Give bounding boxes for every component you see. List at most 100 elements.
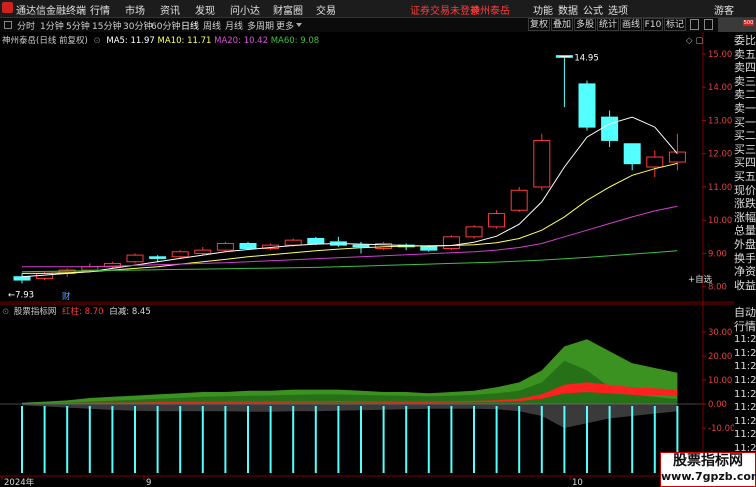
price-tick-label: 15.00 — [708, 50, 732, 60]
period-30min[interactable]: 30分钟 — [123, 19, 152, 32]
side-panel-row: 买三 — [734, 142, 756, 156]
add-watchlist-button[interactable]: +自选 — [688, 273, 712, 285]
app-logo-icon — [2, 2, 13, 13]
ma60-label: MA60: 9.08 — [270, 36, 320, 46]
diejia-button[interactable]: 叠加 — [551, 18, 573, 31]
candle-down — [578, 83, 596, 128]
candle-up — [488, 213, 506, 228]
side-panel-row: 卖四 — [734, 61, 756, 75]
candle-up — [646, 156, 664, 168]
menu-zixun[interactable]: 资讯 — [160, 2, 180, 17]
layout-icon[interactable] — [704, 19, 713, 30]
candle-up — [194, 249, 212, 254]
menu-hangqing[interactable]: 行情 — [90, 2, 110, 17]
side-panel-row: 收益 — [734, 278, 756, 292]
quote-badge[interactable]: 500 — [718, 18, 756, 32]
indicator-tick-label: 10.00 — [708, 376, 732, 386]
ma60-line — [21, 250, 678, 273]
period-weekly[interactable]: 周线 — [203, 19, 221, 32]
count-badge: 500 — [743, 20, 754, 26]
indicator-settings-icon[interactable]: ⊙ — [2, 307, 9, 317]
menubar: 通达信金融终端 行情 市场 资讯 发现 问小达 财富圈 交易 证券交易未登录 神… — [0, 0, 756, 18]
candle-up — [171, 251, 189, 258]
side-panel-row: 11:26 — [734, 415, 756, 427]
menu-shuju[interactable]: 数据 — [558, 2, 578, 17]
expand-icon[interactable]: ◇ — [686, 36, 693, 46]
period-daily[interactable]: 日线 — [181, 19, 199, 32]
menu-caifuquan[interactable]: 财富圈 — [273, 2, 303, 17]
price-tick-label: 9.00 — [708, 249, 727, 259]
f10-button[interactable]: F10 — [643, 18, 663, 31]
indicator-gray-area — [22, 404, 678, 428]
ma5-line — [21, 116, 678, 278]
candle-down — [623, 143, 641, 165]
side-panel-row: 卖五 — [734, 47, 756, 61]
window-icon[interactable]: ▢ — [695, 36, 703, 46]
candle-down — [601, 116, 619, 141]
side-panel-row: 外盘 — [734, 238, 756, 251]
copy-icon[interactable] — [690, 19, 699, 30]
biaoji-button[interactable]: 标记 — [664, 18, 686, 31]
side-panel-row: 11:26 — [734, 402, 756, 414]
indicator-tick-label: 0.00 — [708, 400, 727, 410]
period-multi[interactable]: 多周期 — [247, 19, 274, 32]
period-toolbar: 分时 1分钟 5分钟 15分钟 30分钟 60分钟 日线 周线 月线 多周期 更… — [0, 18, 756, 32]
tongji-button[interactable]: 统计 — [597, 18, 619, 31]
price-tick-label: 13.00 — [708, 116, 732, 126]
more-chevron-down-icon[interactable] — [296, 23, 302, 27]
candle-up — [533, 139, 551, 188]
side-panel-row: 11:26 — [734, 388, 756, 400]
candle-up — [442, 236, 460, 249]
candle-down — [420, 246, 438, 251]
price-tick-label: 10.00 — [708, 216, 732, 226]
huaxian-button[interactable]: 画线 — [620, 18, 642, 31]
date-label: 9 — [146, 478, 151, 487]
menu-gongshi[interactable]: 公式 — [583, 2, 603, 17]
main-legend: 神州泰岳(日线 前复权) ⊙ MA5: 11.97 MA10: 11.71 MA… — [2, 34, 319, 46]
side-panel-row: 卖一 — [734, 102, 756, 115]
low-label: ←7.93 — [8, 290, 34, 300]
duogu-button[interactable]: 多股 — [574, 18, 596, 31]
menu-toggle-icon[interactable] — [4, 21, 12, 29]
period-fenshi[interactable]: 分时 — [17, 19, 35, 32]
side-panel-row: 11:26 — [734, 361, 756, 373]
app-title: 通达信金融终端 — [16, 6, 86, 17]
site-watermark: 股票指标网 www.7gpzb.com — [660, 452, 756, 487]
candle-down — [352, 244, 370, 248]
menu-xuanxiang[interactable]: 选项 — [608, 2, 628, 17]
side-panel-row: 11:26 — [734, 334, 756, 346]
side-panel-row: 买一 — [734, 115, 756, 129]
price-tick-label: 14.00 — [708, 83, 732, 93]
kline-chart[interactable]: 15.0014.0013.0012.0011.0010.009.008.0014… — [0, 32, 734, 487]
side-panel-row: 委比 — [734, 34, 756, 47]
period-15min[interactable]: 15分钟 — [92, 19, 121, 32]
period-more[interactable]: 更多 — [276, 19, 294, 32]
date-label: 10 — [572, 478, 583, 487]
period-monthly[interactable]: 月线 — [225, 19, 243, 32]
side-panel-row: 现价 — [734, 183, 756, 197]
side-panel-row: 买四 — [734, 156, 756, 170]
candle-up — [510, 189, 528, 211]
side-panel-row: 换手 — [734, 251, 756, 265]
menu-jiaoyi[interactable]: 交易 — [316, 2, 336, 17]
candle-up — [216, 242, 234, 251]
side-panel-row: 自动 — [734, 306, 756, 319]
menu-gongneng[interactable]: 功能 — [533, 2, 553, 17]
user-label[interactable]: 游客 — [714, 2, 734, 17]
watermark-url: www.7gpzb.com — [661, 470, 756, 483]
indicator-title[interactable]: 股票指标网 — [14, 307, 57, 317]
menu-shichang[interactable]: 市场 — [125, 2, 145, 17]
stock-name: 神州泰岳 — [470, 6, 510, 17]
fuquan-button[interactable]: 复权 — [528, 18, 550, 31]
menu-faxian[interactable]: 发现 — [195, 2, 215, 17]
period-1min[interactable]: 1分钟 — [40, 19, 64, 32]
main-chart-controls: ◇ ▢ — [686, 36, 703, 46]
candle-up — [465, 226, 483, 238]
period-60min[interactable]: 60分钟 — [151, 19, 180, 32]
indicator-legend: ⊙ 股票指标网 红柱: 8.70 白减: 8.45 — [2, 305, 151, 317]
candle-down — [307, 237, 325, 244]
menu-wenxiaoda[interactable]: 问小达 — [230, 2, 260, 17]
period-5min[interactable]: 5分钟 — [66, 19, 90, 32]
date-label: 2024年 — [4, 477, 35, 487]
settings-icon[interactable]: ⊙ — [94, 36, 101, 46]
